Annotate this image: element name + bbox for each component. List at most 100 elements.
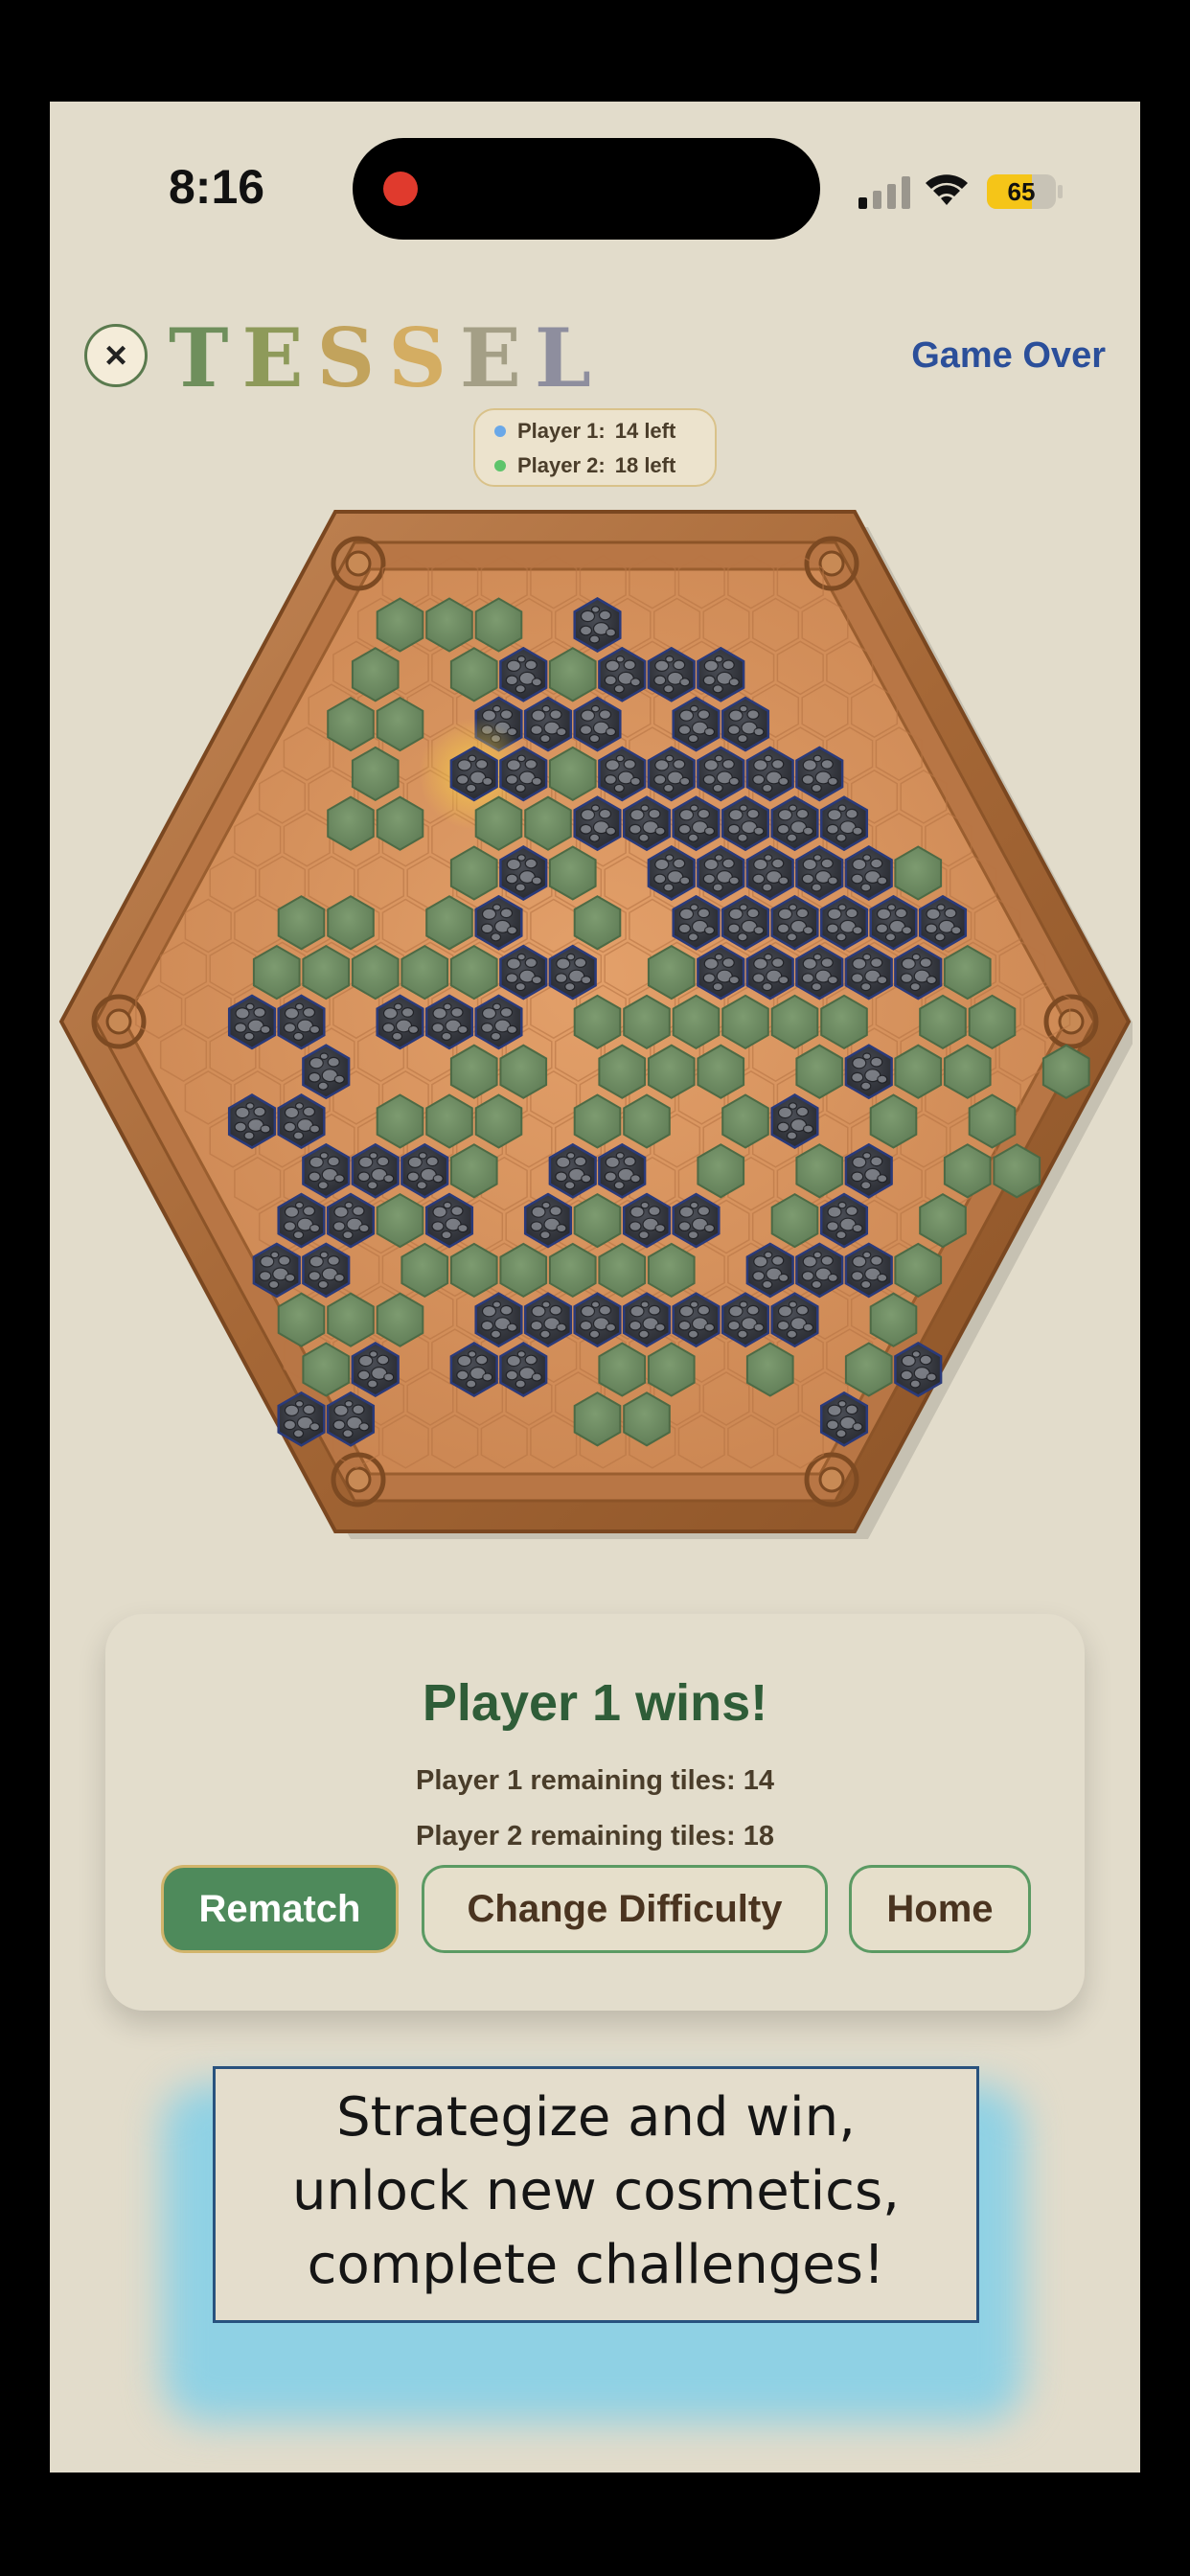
stone-pebble [851,1271,864,1281]
stone-pebble [820,1255,834,1266]
stone-pebble [367,1181,378,1190]
stone-pebble [623,659,636,671]
stone-pebble [827,809,842,821]
stone-pebble [753,858,768,871]
stone-pebble [795,808,810,819]
stone-pebble [283,1221,297,1231]
stone-pebble [835,1230,847,1240]
stone-pebble [728,1305,744,1318]
game-board[interactable] [57,504,1138,1539]
stone-pebble [870,858,883,869]
stone-pebble [605,826,617,836]
stone-pebble [457,1354,472,1368]
stone-pebble [687,833,699,842]
stone-pebble [556,1322,567,1332]
stone-pebble [516,1350,526,1358]
stone-pebble [383,1174,395,1184]
stone-pebble [393,1002,403,1011]
stone-pebble [687,932,699,942]
stone-pebble [788,1102,798,1110]
close-icon: × [104,334,127,377]
stone-pebble [827,1273,838,1283]
stone-pebble [505,973,518,984]
stone-pebble [776,1121,790,1133]
stone-pebble [802,826,814,836]
result-title: Player 1 wins! [422,1674,768,1732]
stone-pebble [677,1320,692,1331]
stone-pebble [590,804,601,813]
stone-pebble [697,709,711,721]
stone-pebble [737,833,748,842]
stone-pebble [613,783,625,793]
stone-pebble [319,1251,329,1259]
stone-pebble [653,774,667,785]
stone-pebble [308,1071,321,1083]
stone-pebble [739,704,748,713]
stone-pebble [648,1206,661,1216]
stone-pebble [837,1399,847,1408]
stone-pebble [776,923,790,934]
logo-letter: T [169,310,242,405]
stone-pebble [665,656,675,663]
stone-pebble [762,783,773,793]
stone-pebble [406,1171,420,1183]
stone-pebble [516,854,526,862]
stone-pebble [862,953,872,961]
game-status: Game Over [911,335,1106,376]
promo-banner[interactable]: Strategize and win, unlock new cosmetics… [213,2066,979,2323]
stone-pebble [524,957,538,969]
stone-pebble [317,1181,329,1190]
battery-cap [1058,185,1063,198]
stone-pebble [604,774,617,785]
stone-pebble [721,858,735,869]
stone-pebble [811,783,822,793]
stone-pebble [703,926,716,935]
close-button[interactable]: × [84,324,148,387]
cellular-signal-icon [858,176,910,209]
stone-pebble [506,659,521,672]
stone-pebble [549,709,562,721]
home-button[interactable]: Home [849,1865,1031,1953]
stone-pebble [235,1007,250,1020]
stone-pebble [629,1320,642,1331]
stone-pebble [835,1429,847,1438]
stone-pebble [654,1223,666,1233]
stone-pebble [689,704,699,713]
stone-pebble [515,684,526,694]
stone-pebble [588,1329,601,1339]
stone-pebble [900,1369,913,1381]
stone-pebble [475,1354,489,1366]
stone-pebble [778,776,790,786]
stone-pebble [243,1131,255,1140]
stone-pebble [812,754,822,763]
stone-pebble [802,1255,817,1268]
promo-line-3: complete challenges! [307,2234,885,2296]
stone-pebble [638,1230,650,1240]
stone-pebble [302,1106,316,1117]
board-svg[interactable] [57,504,1138,1539]
stone-pebble [598,1304,612,1316]
stone-pebble [456,1369,469,1381]
stone-pebble [689,804,699,813]
stone-pebble [555,1171,568,1183]
stone-pebble [886,903,897,911]
stone-pebble [788,804,798,813]
stone-pebble [702,973,716,984]
stone-pebble [302,1404,316,1415]
stone-pebble [753,1322,765,1332]
corner-ornament-center [105,1008,132,1035]
stone-pebble [590,1300,601,1309]
stone-pebble [530,724,543,736]
stone-pebble [505,1369,518,1381]
stone-pebble [827,776,838,786]
stone-pebble [870,957,883,969]
player1-label: Player 1: [517,419,606,443]
stone-pebble [381,1023,396,1033]
stone-pebble [555,973,568,984]
stone-pebble [344,1399,354,1408]
stone-pebble [678,908,695,920]
stone-pebble [648,808,661,819]
rematch-button[interactable]: Rematch [161,1865,399,1953]
stone-pebble [332,1221,346,1231]
change-difficulty-button[interactable]: Change Difficulty [422,1865,828,1953]
